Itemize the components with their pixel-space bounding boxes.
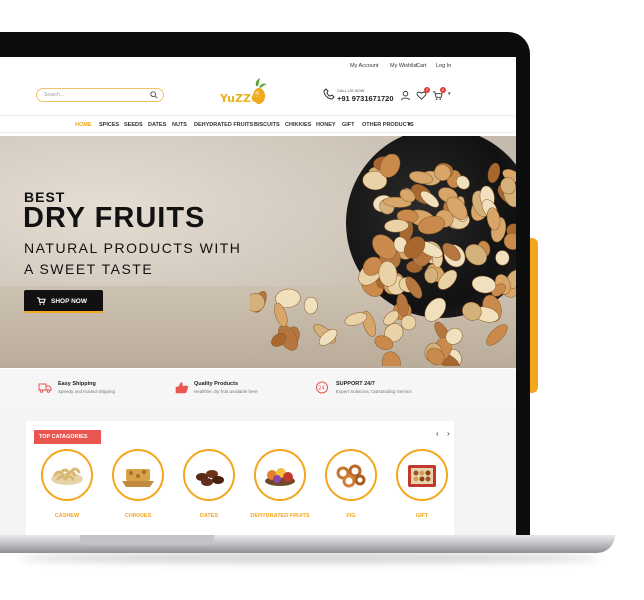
nav-home[interactable]: HOME <box>75 122 92 128</box>
svg-text:YuZZO: YuZZO <box>219 92 260 105</box>
cart-count-badge: 0 <box>440 87 446 93</box>
call-label: CALL US NOW <box>337 88 365 93</box>
dates-image <box>196 470 224 486</box>
cart-link[interactable]: Cart <box>416 63 426 69</box>
nav-dehydrated-fruits[interactable]: DEHYDRATED FRUITS <box>194 122 253 128</box>
hero-subtitle-line2: A SWEET TASTE <box>24 261 154 277</box>
logo-graphic: YuZZO <box>219 78 267 105</box>
nav-gift[interactable]: GIFT <box>342 122 355 128</box>
svg-text:24: 24 <box>318 386 324 392</box>
gift-box-image <box>408 465 436 487</box>
fig-image <box>336 464 366 488</box>
category-label[interactable]: CHIKKIES <box>98 513 178 519</box>
website-screen: My Account My Wishlist Cart Log In Searc… <box>0 57 516 535</box>
search-icon[interactable] <box>150 91 158 99</box>
dry-fruits-image <box>250 154 516 366</box>
shop-now-label: SHOP NOW <box>51 298 87 305</box>
nav-chikkies[interactable]: CHIKKIES <box>285 122 311 128</box>
nav-honey[interactable]: HONEY <box>316 122 336 128</box>
category-label[interactable]: GIFT <box>382 513 462 519</box>
nav-dates[interactable]: DATES <box>148 122 166 128</box>
wishlist-count-badge: 0 <box>424 87 430 93</box>
hero-subtitle-line1: NATURAL PRODUCTS WITH <box>24 240 242 256</box>
search-placeholder: Search... <box>44 92 65 98</box>
category-dates[interactable] <box>183 449 235 501</box>
chevron-down-icon[interactable]: ▾ <box>448 91 451 97</box>
laptop-shadow <box>20 553 600 563</box>
nav-biscuits[interactable]: BISCUITS <box>254 122 280 128</box>
my-wishlist-link[interactable]: My Wishlist <box>390 63 418 69</box>
user-icon[interactable] <box>400 90 411 101</box>
cashew-image <box>51 467 83 485</box>
features-strip: Easy Shipping Speedy and trusted shippin… <box>0 369 516 409</box>
phone-icon <box>323 88 335 100</box>
feature-desc: Healthier dry fruit available here <box>194 389 258 394</box>
my-account-link[interactable]: My Account <box>350 63 378 69</box>
nav-other-products[interactable]: OTHER PRODUCTS <box>362 122 414 128</box>
feature-title: Easy Shipping <box>58 381 96 387</box>
chikkies-image <box>122 469 154 487</box>
category-label[interactable]: DEHYDRATED FRUITS <box>240 513 320 519</box>
login-link[interactable]: Log In <box>436 63 451 69</box>
category-label[interactable]: DATES <box>169 513 249 519</box>
main-nav: HOME SPICES SEEDS DATES NUTS DEHYDRATED … <box>0 115 516 133</box>
categories-title: TOP CATAGORIES <box>34 430 101 444</box>
search-input[interactable]: Search... <box>36 88 164 102</box>
prev-arrow-icon[interactable]: ‹ <box>436 429 439 438</box>
laptop-mockup: My Account My Wishlist Cart Log In Searc… <box>0 0 644 600</box>
feature-title: SUPPORT 24/7 <box>336 381 375 387</box>
hero-banner: BEST DRY FRUITS NATURAL PRODUCTS WITH A … <box>0 136 516 368</box>
truck-icon <box>38 383 52 393</box>
feature-desc: Speedy and trusted shipping <box>58 389 116 394</box>
feature-desc: Expert Solutions, Outstanding Service <box>336 389 412 394</box>
category-dehydrated-fruits[interactable] <box>254 449 306 501</box>
laptop-notch <box>80 535 214 545</box>
next-arrow-icon[interactable]: › <box>447 429 450 438</box>
dehydrated-fruits-image <box>265 468 295 486</box>
nav-seeds[interactable]: SEEDS <box>124 122 143 128</box>
category-label[interactable]: CASHEW <box>27 513 107 519</box>
category-fig[interactable] <box>325 449 377 501</box>
category-chikkies[interactable] <box>112 449 164 501</box>
site-logo[interactable]: YuZZO <box>219 78 271 108</box>
category-label[interactable]: FIG <box>311 513 391 519</box>
category-cashew[interactable] <box>41 449 93 501</box>
feature-title: Quality Products <box>194 381 239 387</box>
cart-icon <box>37 297 46 305</box>
top-bar: My Account My Wishlist Cart Log In <box>0 63 516 73</box>
categories-panel: TOP CATAGORIES ‹ › CASHEW CHIKKIES DATES <box>26 421 454 535</box>
category-gift[interactable] <box>396 449 448 501</box>
categories-section: TOP CATAGORIES ‹ › CASHEW CHIKKIES DATES <box>0 409 516 535</box>
hero-title: DRY FRUITS <box>23 202 206 234</box>
chevron-down-icon[interactable]: ▾ <box>408 122 411 128</box>
thumbs-up-icon <box>175 382 189 394</box>
call-number[interactable]: +91 9731671720 <box>337 94 394 103</box>
nav-nuts[interactable]: NUTS <box>172 122 187 128</box>
support-24-icon: 24 <box>316 381 328 394</box>
shop-now-button[interactable]: SHOP NOW <box>24 290 103 313</box>
nav-spices[interactable]: SPICES <box>99 122 119 128</box>
